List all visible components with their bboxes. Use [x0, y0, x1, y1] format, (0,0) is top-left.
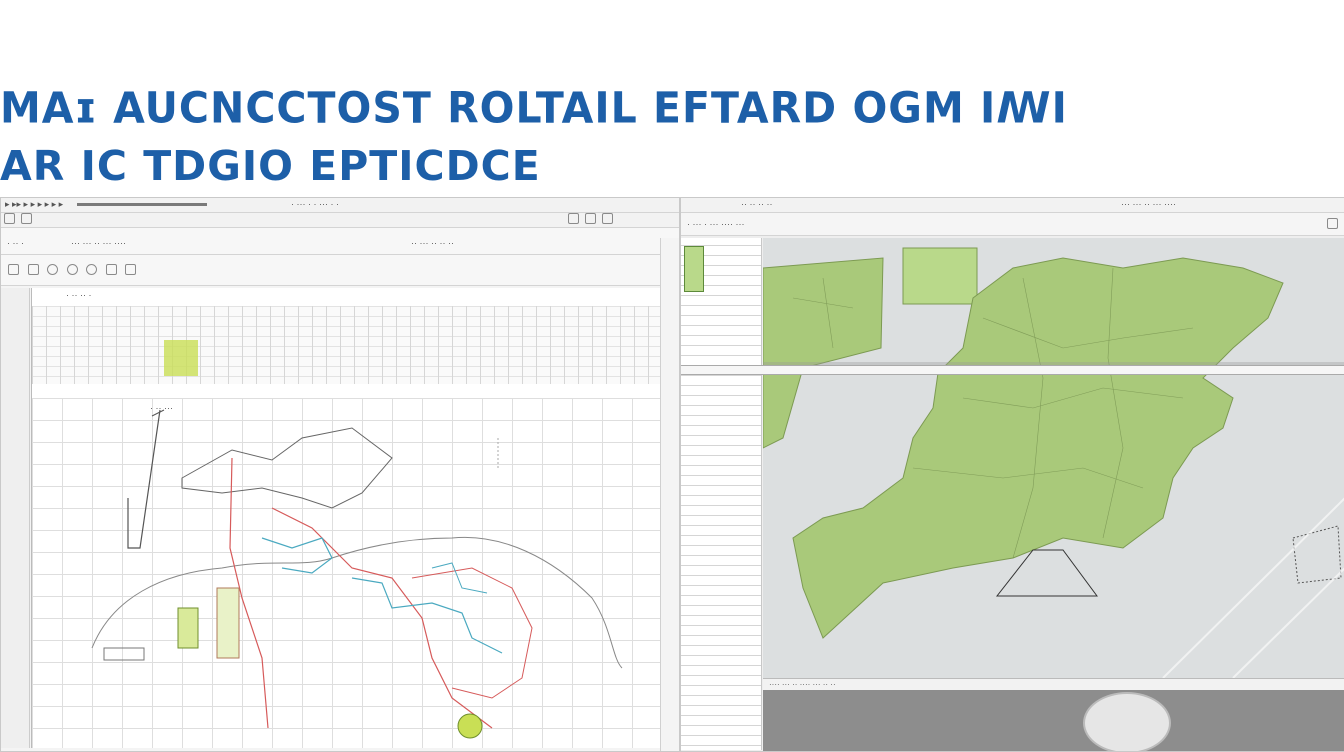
presenter-avatar [1083, 692, 1171, 751]
layer-thumbnail[interactable] [684, 246, 704, 292]
save-icon[interactable] [21, 213, 32, 225]
right-toolbar[interactable]: · ··· · ··· ···· ··· [681, 213, 1344, 236]
attribute-table-strip [32, 306, 660, 384]
right-gis-window: ·· ·· ·· ·· ··· ··· ·· ··· ···· · ··· · … [680, 197, 1344, 752]
left-menu-bar[interactable]: ▸ ▸▸ ▸ ▸ ▸ ▸ ▸ ▸ · ··· · · ··· · · [1, 198, 679, 213]
left-vertical-toolbar[interactable] [1, 288, 30, 748]
row2-right-text: ·· ··· ·· ·· ·· [411, 238, 454, 248]
right-tab-label[interactable]: ·· ·· ·· ·· [741, 199, 772, 209]
video-area [763, 690, 1344, 751]
right-footer-text: ···· ··· ·· ···· ··· ·· ·· [769, 680, 836, 689]
node-tool-icon[interactable] [66, 264, 78, 276]
right-status-text: ··· ··· ·· ··· ···· [1121, 199, 1176, 209]
pointer-icon[interactable] [27, 264, 39, 276]
left-toolbar-label: · ··· · · ··· · · [291, 199, 339, 209]
right-panel-heading: · ··· · ··· ···· ··· [687, 219, 745, 229]
window-max-icon[interactable] [584, 213, 596, 225]
left-menu-text[interactable]: ▸ ▸▸ ▸ ▸ ▸ ▸ ▸ ▸ [5, 199, 63, 210]
heading-line-2: AR IC TDGIO EPTICDCE [0, 142, 541, 190]
regional-map [763, 238, 1344, 678]
left-map-canvas[interactable]: · ·· ·· · · ·· ··· [31, 288, 660, 748]
route-network-drawing [91, 409, 623, 739]
window-min-icon[interactable] [567, 213, 579, 225]
right-menu-bar[interactable]: ·· ·· ·· ·· ··· ··· ·· ··· ···· [681, 198, 1344, 213]
zoom-icon[interactable] [86, 264, 98, 276]
left-map-editor-window: ▸ ▸▸ ▸ ▸ ▸ ▸ ▸ ▸ · ··· · · ··· · · · ·· … [0, 197, 680, 752]
pan-icon[interactable] [105, 264, 117, 276]
left-toolbar[interactable] [1, 213, 679, 228]
close-icon[interactable] [601, 213, 613, 225]
open-icon[interactable] [4, 213, 15, 225]
measure-icon[interactable] [125, 264, 137, 276]
left-scrollbar[interactable] [660, 238, 679, 751]
layers-icon[interactable] [8, 264, 19, 276]
left-tool-icons [1, 255, 679, 286]
heading-line-1: MAɪ AUCNCCTOST ROLTAIL EFTARD OGM IꟿI [0, 82, 1068, 134]
layers-panel[interactable] [681, 238, 762, 750]
left-options-bar: · ·· · ··· ··· ·· ··· ···· ·· ··· ·· ·· … [1, 228, 679, 255]
row2-mid-text: ··· ··· ·· ··· ···· [71, 238, 126, 248]
right-map-view[interactable] [763, 238, 1344, 678]
map-scale-strip [681, 365, 1344, 375]
row2-left-text: · ·· · [7, 238, 24, 248]
zoom-label: · ·· ·· · [66, 290, 92, 300]
close-icon[interactable] [1327, 218, 1338, 229]
left-progress-bar [77, 203, 207, 206]
selected-feature-swatch [164, 340, 198, 376]
circle-tool-icon[interactable] [47, 264, 59, 276]
